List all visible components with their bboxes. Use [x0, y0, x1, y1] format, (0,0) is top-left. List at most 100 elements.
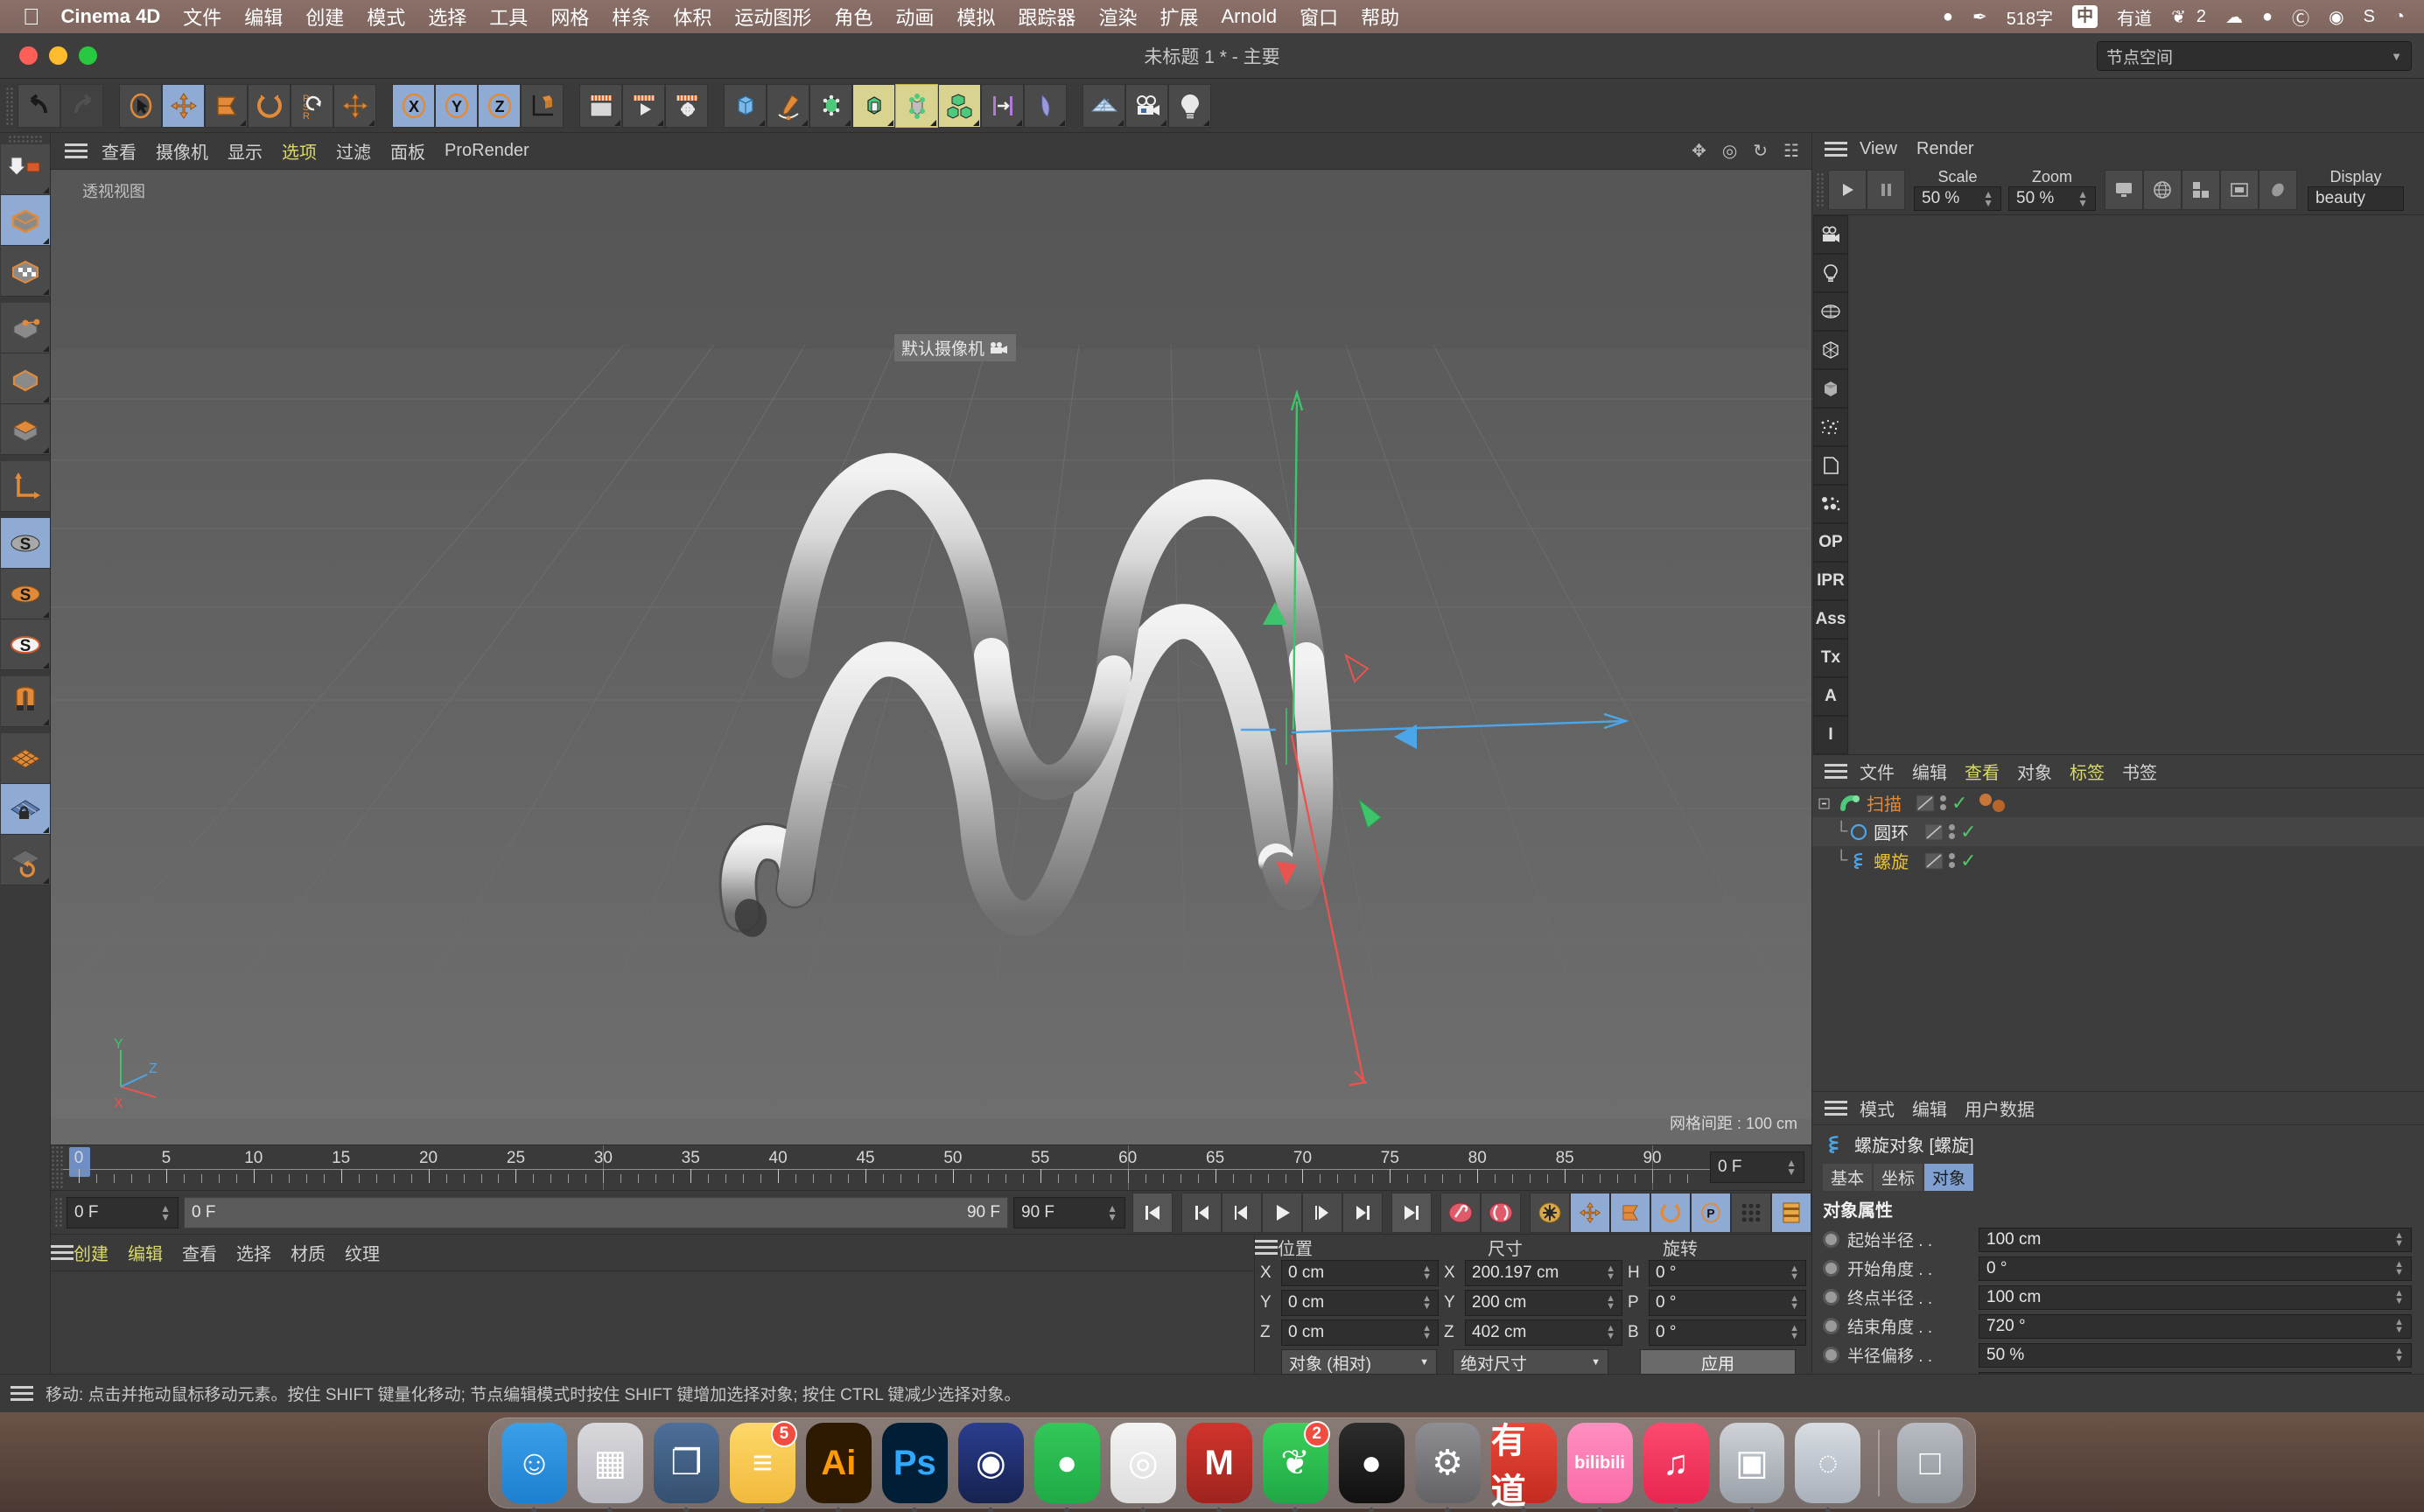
- spinner-icon[interactable]: ▲ ▼: [1790, 1294, 1799, 1312]
- object-menu-tags[interactable]: 标签: [2070, 759, 2105, 784]
- sogou-icon[interactable]: S: [2364, 7, 2375, 27]
- wechat-icon[interactable]: ❦ 2: [2171, 6, 2206, 28]
- size-y-field[interactable]: 200 cm ▲ ▼: [1465, 1290, 1622, 1316]
- menubar-item-extensions[interactable]: 扩展: [1159, 3, 1198, 31]
- texture-mode-button[interactable]: [0, 246, 50, 297]
- next-keyframe-button[interactable]: [1342, 1192, 1383, 1233]
- render-settings-button[interactable]: [665, 83, 708, 128]
- enable-checkmark-icon[interactable]: ✓: [1951, 792, 1967, 815]
- maximize-button[interactable]: [79, 46, 97, 65]
- menubar-item-help[interactable]: 帮助: [1361, 3, 1399, 31]
- spinner-icon[interactable]: ▲ ▼: [1790, 1324, 1799, 1341]
- shaded-cube-icon[interactable]: [1813, 369, 1848, 408]
- material-menu-texture[interactable]: 纹理: [345, 1240, 380, 1265]
- viewport-menu-prorender[interactable]: ProRender: [445, 141, 529, 161]
- spinner-icon[interactable]: ▲ ▼: [2394, 1230, 2404, 1248]
- axis-y-button[interactable]: Y: [435, 83, 478, 128]
- previous-keyframe-button[interactable]: [1181, 1192, 1222, 1233]
- left-toolbar-grip[interactable]: [7, 135, 43, 143]
- move-tool[interactable]: [162, 83, 205, 128]
- transport-grip[interactable]: [54, 1196, 63, 1228]
- object-menu-objects[interactable]: 对象: [2017, 759, 2052, 784]
- spinner-icon[interactable]: ▲ ▼: [1786, 1158, 1797, 1177]
- render-canvas[interactable]: [1849, 215, 2424, 754]
- expand-collapse-icon[interactable]: [1818, 795, 1833, 811]
- lock-workplane-button[interactable]: [0, 784, 50, 835]
- timeline-grip[interactable]: [51, 1145, 63, 1190]
- light-button[interactable]: [1168, 83, 1211, 128]
- undo-button[interactable]: [18, 83, 60, 128]
- axis-x-button[interactable]: X: [392, 83, 435, 128]
- frame-end-field[interactable]: 90 F ▲ ▼: [1013, 1196, 1125, 1228]
- rotation-p-field[interactable]: 0 ° ▲ ▼: [1649, 1290, 1806, 1316]
- qq-penguin-icon[interactable]: ●: [2262, 7, 2273, 27]
- dots-icon[interactable]: [1813, 485, 1848, 523]
- menubar-item-character[interactable]: 角色: [834, 3, 872, 31]
- spinner-icon[interactable]: ▲ ▼: [2394, 1346, 2404, 1363]
- dock-app-chrome[interactable]: ◎: [1110, 1423, 1176, 1512]
- render-globe-icon[interactable]: [2143, 169, 2182, 210]
- position-y-field[interactable]: 0 cm ▲ ▼: [1281, 1290, 1439, 1316]
- render-hamburger-icon[interactable]: [1825, 138, 1847, 160]
- enable-checkmark-icon[interactable]: ✓: [1960, 821, 1976, 844]
- preview-range-bar[interactable]: 0 F 90 F: [184, 1196, 1008, 1228]
- dock-app-system-preferences[interactable]: ⚙: [1414, 1423, 1481, 1512]
- render-scale-field[interactable]: 50 % ▲ ▼: [1914, 186, 2001, 211]
- tab-object[interactable]: 对象: [1924, 1164, 1974, 1191]
- snap-settings-button[interactable]: S: [0, 569, 50, 620]
- point-level-animation-button[interactable]: [1731, 1192, 1771, 1233]
- dock-app-notes[interactable]: ≡ 5: [729, 1421, 797, 1512]
- attribute-menu-mode[interactable]: 模式: [1860, 1096, 1895, 1121]
- attribute-hamburger-icon[interactable]: [1825, 1097, 1847, 1119]
- dock-app-cinema4d[interactable]: ◉: [957, 1423, 1024, 1512]
- menubar-item-create[interactable]: 创建: [305, 3, 344, 31]
- grammarly-icon[interactable]: Ⓒ: [2292, 4, 2309, 30]
- render-material-icon[interactable]: [2259, 169, 2297, 210]
- viewport-hamburger-icon[interactable]: [65, 140, 88, 162]
- spinner-icon[interactable]: ▲ ▼: [1606, 1324, 1615, 1341]
- material-menu-select[interactable]: 选择: [236, 1240, 271, 1265]
- animate-dot-icon[interactable]: [1823, 1289, 1839, 1306]
- spinner-icon[interactable]: ▲ ▼: [2394, 1317, 2404, 1334]
- visibility-dots[interactable]: [1949, 853, 1956, 868]
- dock-app-preview[interactable]: ▣: [1719, 1423, 1785, 1512]
- coordinate-mode-select[interactable]: 对象 (相对) ▼: [1281, 1349, 1437, 1376]
- dock-app-wechat-work[interactable]: ●: [1033, 1423, 1100, 1512]
- rotate-tool[interactable]: [248, 83, 291, 128]
- camera-button[interactable]: [1125, 83, 1168, 128]
- move-axis-tool[interactable]: [333, 83, 376, 128]
- world-object-axis-button[interactable]: [521, 83, 564, 128]
- viewport-menu-view[interactable]: 查看: [102, 138, 137, 164]
- polygon-mode-button[interactable]: [0, 404, 50, 455]
- animate-dot-icon[interactable]: [1823, 1260, 1839, 1277]
- timeline-current-frame-field[interactable]: 0 F ▲ ▼: [1710, 1152, 1804, 1183]
- spinner-icon[interactable]: ▲ ▼: [1790, 1264, 1799, 1282]
- model-mode-button[interactable]: [0, 195, 50, 246]
- maximize-view-icon[interactable]: ☷: [1783, 140, 1799, 162]
- toolbar-grip[interactable]: [5, 86, 14, 125]
- animate-dot-icon[interactable]: [1823, 1347, 1839, 1363]
- record-scale-button[interactable]: [1610, 1192, 1650, 1233]
- go-to-start-button[interactable]: [1132, 1192, 1173, 1233]
- record-position-button[interactable]: [1570, 1192, 1610, 1233]
- visibility-dots[interactable]: [1949, 824, 1956, 839]
- visibility-icon[interactable]: [1916, 794, 1935, 812]
- record-rotation-button[interactable]: [1650, 1192, 1691, 1233]
- rotation-b-field[interactable]: 0 ° ▲ ▼: [1649, 1320, 1806, 1346]
- object-menu-bookmarks[interactable]: 书签: [2122, 759, 2157, 784]
- render-play-button[interactable]: [1828, 169, 1867, 210]
- position-x-field[interactable]: 0 cm ▲ ▼: [1281, 1260, 1439, 1286]
- input-method-cn-icon[interactable]: 中: [2072, 5, 2098, 28]
- axis-z-button[interactable]: Z: [478, 83, 521, 128]
- keyframe-settings-button[interactable]: [1530, 1192, 1570, 1233]
- coordinates-hamburger-icon[interactable]: [1255, 1236, 1278, 1258]
- axis-mode-button[interactable]: [0, 461, 50, 512]
- spinner-icon[interactable]: ▲ ▼: [2394, 1288, 2404, 1306]
- property-field-start-radius[interactable]: 100 cm ▲ ▼: [1979, 1227, 2412, 1252]
- object-row-sweep[interactable]: 扫描 ✓: [1812, 788, 2424, 817]
- spinner-icon[interactable]: ▲ ▼: [2394, 1259, 2404, 1277]
- dock-app-launchpad[interactable]: ▦: [577, 1423, 643, 1512]
- dock-app-finder[interactable]: ☺: [501, 1423, 567, 1512]
- dock-app-youdao[interactable]: 有道: [1490, 1422, 1557, 1512]
- object-hamburger-icon[interactable]: [1825, 760, 1847, 782]
